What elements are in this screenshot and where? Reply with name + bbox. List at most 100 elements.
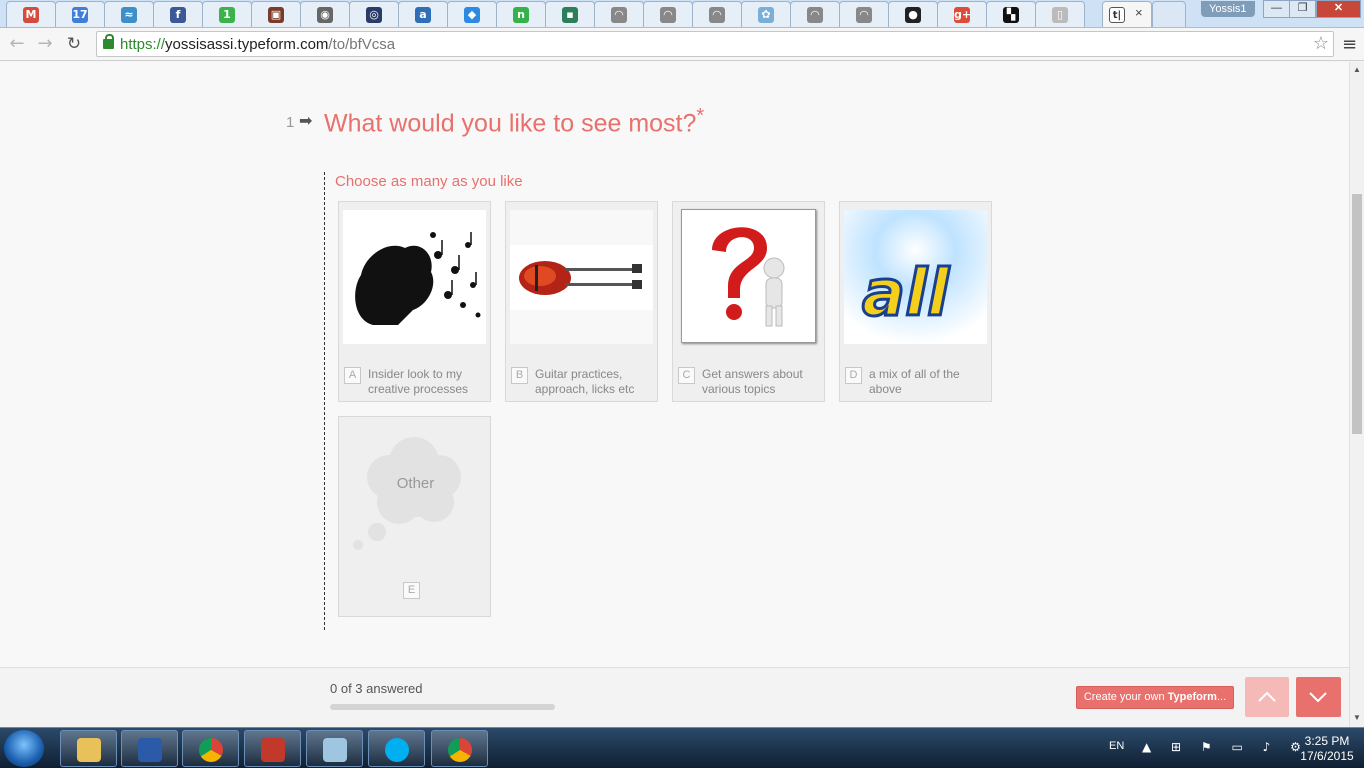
choice-c-image (681, 209, 816, 343)
question-title: What would you like to see most?* (324, 105, 705, 138)
chrome-icon (448, 738, 472, 762)
browser-tab[interactable]: g+ (937, 1, 987, 27)
address-bar[interactable]: https://yossisassi.typeform.com/to/bfVcs… (96, 31, 1334, 57)
next-question-button[interactable] (1296, 677, 1341, 717)
bookmark-star-icon[interactable]: ☆ (1313, 33, 1329, 54)
browser-tab[interactable]: ◠ (692, 1, 742, 27)
choice-label: Get answers about various topics (702, 367, 803, 396)
tab-app-icon: ✿ (758, 7, 774, 23)
close-window-button[interactable]: ✕ (1316, 0, 1361, 18)
app-icon (323, 738, 347, 762)
browser-tab[interactable]: 17 (55, 1, 105, 27)
taskbar-powershell[interactable] (121, 730, 178, 767)
browser-tab[interactable]: ▚ (986, 1, 1036, 27)
choice-label: a mix of all of the above (869, 367, 960, 396)
form-page: 1 ➡ What would you like to see most?* Ch… (0, 62, 1349, 667)
scroll-down-arrow-icon[interactable]: ▼ (1353, 713, 1361, 722)
tab-app-icon: 1 (219, 7, 235, 23)
chevron-up-icon (1258, 691, 1276, 702)
browser-tab[interactable]: ▣ (251, 1, 301, 27)
thought-cloud-icon (353, 437, 461, 550)
maximize-button[interactable]: ❐ (1289, 0, 1316, 18)
browser-tab[interactable]: ◠ (790, 1, 840, 27)
browser-tab[interactable]: ◠ (594, 1, 644, 27)
gmail-icon: M (23, 7, 39, 23)
menu-icon[interactable]: ≡ (1342, 34, 1357, 55)
choice-a[interactable]: A Insider look to my creative processes (338, 201, 491, 402)
calendar-icon: 17 (72, 7, 88, 23)
browser-tab[interactable]: ≈ (104, 1, 154, 27)
browser-tab[interactable]: ◆ (447, 1, 497, 27)
music-head-illustration (343, 210, 486, 344)
dropbox-icon: ◆ (464, 7, 480, 23)
profile-button[interactable]: Yossis1 (1201, 1, 1255, 17)
reload-button[interactable]: ↻ (63, 33, 85, 55)
choice-label: Insider look to my creative processes (368, 367, 469, 396)
system-tray: EN ▲ ⊞ ⚑ ▭ ♪ ⚙ 3:25 PM 17/6/2015 (1104, 728, 1364, 768)
browser-tab[interactable]: M (6, 1, 56, 27)
scroll-up-arrow-icon[interactable]: ▲ (1353, 65, 1361, 74)
page-icon: ▯ (1052, 7, 1068, 23)
browser-tab[interactable]: a (398, 1, 448, 27)
forward-button[interactable]: → (34, 33, 56, 55)
form-footer: 0 of 3 answered Create your own Typeform… (0, 667, 1349, 727)
browser-tab[interactable]: ● (888, 1, 938, 27)
browser-tab[interactable]: n (496, 1, 546, 27)
browser-tab[interactable]: ◉ (300, 1, 350, 27)
browser-tab[interactable]: ◠ (839, 1, 889, 27)
choice-letter: D (845, 367, 862, 384)
browser-tab[interactable]: ▪ (545, 1, 595, 27)
choice-b[interactable]: B Guitar practices, approach, licks etc (505, 201, 658, 402)
taskbar-explorer[interactable] (60, 730, 117, 767)
feed-icon: ◠ (660, 7, 676, 23)
minimize-button[interactable]: — (1263, 0, 1290, 18)
create-typeform-button[interactable]: Create your own Typeform... (1076, 686, 1234, 709)
tray-icons[interactable]: ▲ ⊞ ⚑ ▭ ♪ ⚙ (1142, 740, 1309, 754)
choice-other[interactable]: Other E (338, 416, 491, 617)
lock-icon (103, 34, 114, 49)
close-tab-icon[interactable]: × (1135, 5, 1143, 20)
google-plus-icon: g+ (954, 7, 972, 23)
start-button[interactable] (4, 730, 44, 767)
back-button[interactable]: ← (6, 33, 28, 55)
previous-question-button[interactable] (1245, 677, 1289, 717)
tab-app-icon: ◎ (366, 7, 382, 23)
clock[interactable]: 3:25 PM 17/6/2015 (1294, 734, 1360, 764)
taskbar-app[interactable] (306, 730, 363, 767)
windows-taskbar: EN ▲ ⊞ ⚑ ▭ ♪ ⚙ 3:25 PM 17/6/2015 (0, 727, 1364, 768)
choice-d[interactable]: all D a mix of all of the above (839, 201, 992, 402)
page-scrollbar[interactable]: ▲ ▼ (1349, 62, 1364, 727)
taskbar-chrome[interactable] (431, 730, 488, 767)
all-logo-illustration: all (844, 210, 987, 344)
choice-letter: A (344, 367, 361, 384)
taskbar-skype[interactable] (368, 730, 425, 767)
browser-tab[interactable]: ◠ (643, 1, 693, 27)
new-tab-button[interactable] (1152, 1, 1186, 27)
taskbar-chrome[interactable] (182, 730, 239, 767)
tab-app-icon: ◉ (317, 7, 333, 23)
tab-strip: M 17 ≈ f 1 ▣ ◉ ◎ a ◆ n ▪ ◠ ◠ ◠ ✿ ◠ ◠ ● g+ ▚ ▯ t| × Yossis1 — … (0, 0, 1364, 28)
app-icon (261, 738, 285, 762)
language-indicator[interactable]: EN (1109, 740, 1124, 752)
tab-app-icon: n (513, 7, 529, 23)
choice-c[interactable]: C Get answers about various topics (672, 201, 825, 402)
facebook-icon: f (170, 7, 186, 23)
folder-icon (77, 738, 101, 762)
browser-tab[interactable]: f (153, 1, 203, 27)
feed-icon: ◠ (807, 7, 823, 23)
question-mark-illustration (682, 210, 815, 342)
feed-icon: ◠ (611, 7, 627, 23)
scroll-thumb[interactable] (1352, 194, 1362, 434)
tab-app-icon: ● (905, 7, 921, 23)
tab-app-icon: ≈ (121, 7, 137, 23)
browser-tab[interactable]: ◎ (349, 1, 399, 27)
url-text[interactable]: https://yossisassi.typeform.com/to/bfVcs… (120, 36, 395, 53)
taskbar-app[interactable] (244, 730, 301, 767)
active-tab[interactable]: t| × (1102, 1, 1152, 27)
browser-tab[interactable]: ✿ (741, 1, 791, 27)
required-mark: * (696, 105, 705, 127)
typeform-icon: t| (1109, 7, 1125, 23)
browser-tab[interactable]: 1 (202, 1, 252, 27)
browser-tab[interactable]: ▯ (1035, 1, 1085, 27)
tab-app-icon: ▚ (1003, 7, 1019, 23)
